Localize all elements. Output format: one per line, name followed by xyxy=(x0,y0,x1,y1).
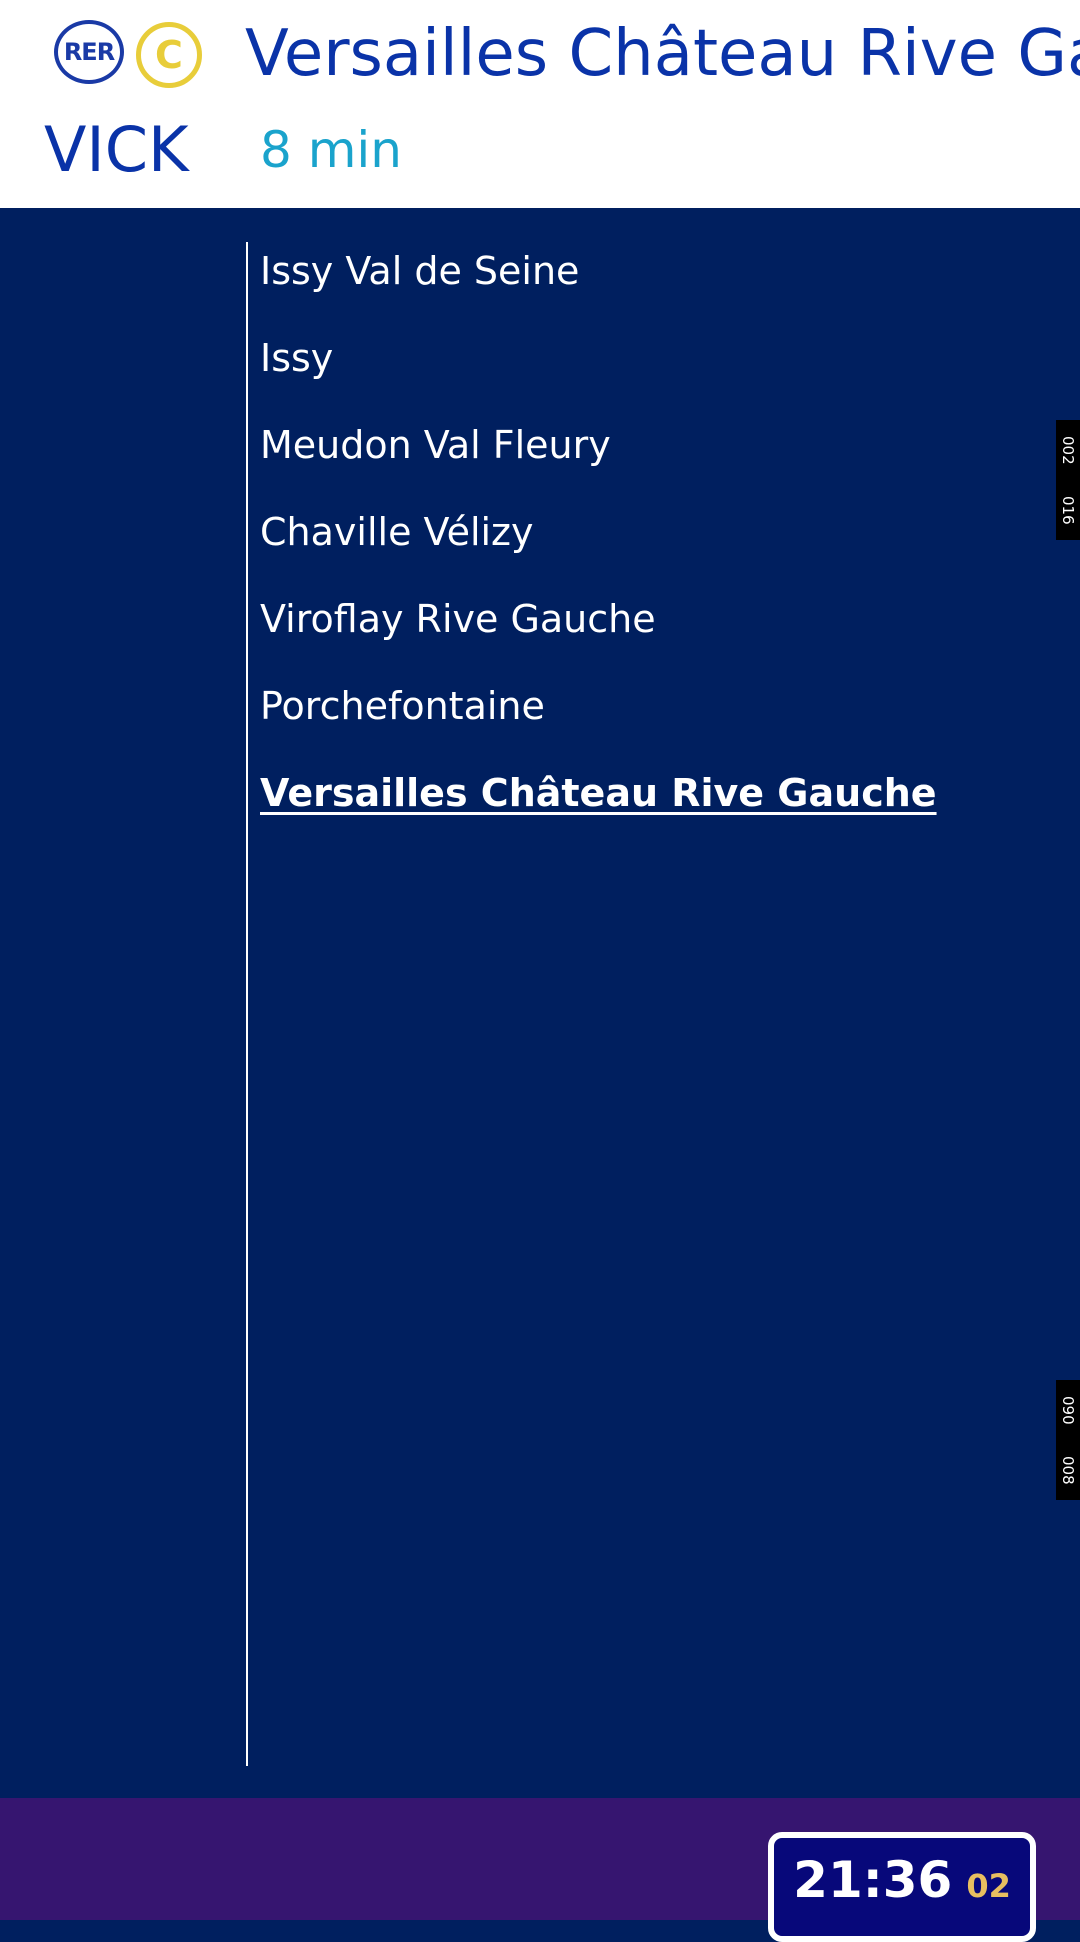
stop-list: Issy Val de Seine Issy Meudon Val Fleury… xyxy=(260,238,937,847)
marker-lower-top-label: 090 xyxy=(1059,1395,1077,1425)
clock-time: 21:36 xyxy=(793,1851,953,1909)
stop-item: Porchefontaine xyxy=(260,684,545,728)
wait-time: 8 min xyxy=(260,121,402,179)
marker-lower-bottom-label: 008 xyxy=(1059,1455,1077,1485)
clock: 21:36 02 xyxy=(768,1832,1036,1942)
marker-upper-bottom-label: 016 xyxy=(1059,495,1077,525)
vertical-marker-lower: 090 008 xyxy=(1056,1380,1080,1500)
stop-item: Chaville Vélizy xyxy=(260,510,534,554)
route-line xyxy=(246,242,248,1766)
clock-seconds: 02 xyxy=(966,1867,1011,1905)
stop-item-terminus: Versailles Château Rive Gauche xyxy=(260,771,937,815)
header: RER C Versailles Château Rive Gauche VIC… xyxy=(0,0,1080,208)
stop-item: Meudon Val Fleury xyxy=(260,423,611,467)
vertical-marker-upper: 002 016 xyxy=(1056,420,1080,540)
destination-title: Versailles Château Rive Gauche xyxy=(245,17,1080,91)
stop-item: Issy Val de Seine xyxy=(260,249,580,293)
mission-code: VICK xyxy=(44,113,189,186)
line-c-logo: C xyxy=(136,22,202,88)
stop-item: Issy xyxy=(260,336,334,380)
marker-upper-top-label: 002 xyxy=(1059,435,1077,465)
rer-logo: RER xyxy=(54,20,124,84)
stop-item: Viroflay Rive Gauche xyxy=(260,597,656,641)
